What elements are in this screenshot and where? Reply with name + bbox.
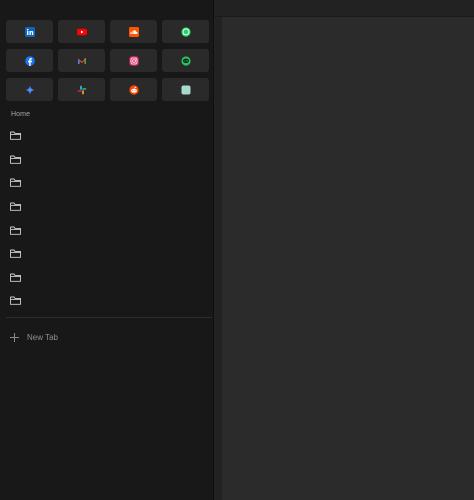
line-icon <box>180 55 191 66</box>
folder-icon <box>10 131 21 141</box>
whatsapp-icon <box>180 26 191 37</box>
app-tile-icon <box>181 85 190 94</box>
facebook-icon <box>24 55 35 66</box>
linkedin-icon <box>24 26 35 37</box>
folder-icon <box>10 226 21 235</box>
folder-item[interactable] <box>6 218 210 242</box>
section-label-home: Home <box>11 111 31 118</box>
folder-icon <box>10 249 21 259</box>
folder-item[interactable] <box>6 195 210 219</box>
sidebar: Home New Tab <box>0 0 214 500</box>
pinned-tab-reddit[interactable] <box>110 78 157 101</box>
pinned-tab-slack[interactable] <box>58 78 105 101</box>
pinned-tab-instagram[interactable] <box>110 49 157 72</box>
folder-icon <box>10 179 21 188</box>
pinned-tab-youtube[interactable] <box>58 20 105 43</box>
sidebar-divider <box>6 317 212 318</box>
pinned-tab-whatsapp[interactable] <box>162 20 209 43</box>
folder-icon <box>10 155 21 164</box>
pinned-tab-gmail[interactable] <box>58 49 105 72</box>
folder-item[interactable] <box>6 266 210 290</box>
instagram-icon <box>128 55 139 66</box>
new-tab-label: New Tab <box>27 332 58 342</box>
sparkle-icon <box>25 85 34 94</box>
pinned-tab-sparkle[interactable] <box>6 78 53 101</box>
new-tab-button[interactable]: New Tab <box>6 328 214 346</box>
pinned-tab-facebook[interactable] <box>6 49 53 72</box>
folder-icon <box>10 297 21 306</box>
pinned-tab-line[interactable] <box>162 49 209 72</box>
soundcloud-icon <box>128 26 139 37</box>
pinned-tab-app-tile[interactable] <box>162 78 209 101</box>
folder-item[interactable] <box>6 124 210 148</box>
youtube-icon <box>76 28 87 35</box>
folder-item[interactable] <box>6 171 210 195</box>
pinned-tabs-grid <box>6 20 211 101</box>
pinned-tab-soundcloud[interactable] <box>110 20 157 43</box>
reddit-icon <box>128 84 139 95</box>
plus-icon <box>10 332 19 342</box>
gmail-icon <box>77 58 86 64</box>
folder-list <box>6 124 210 313</box>
folder-icon <box>10 273 21 282</box>
folder-item[interactable] <box>6 148 210 172</box>
browser-window: Home New Tab <box>0 0 474 500</box>
content-area <box>214 17 474 500</box>
folder-icon <box>10 202 21 211</box>
folder-item[interactable] <box>6 289 210 313</box>
pinned-tab-linkedin[interactable] <box>6 20 53 43</box>
folder-item[interactable] <box>6 242 210 266</box>
slack-icon <box>77 85 86 94</box>
